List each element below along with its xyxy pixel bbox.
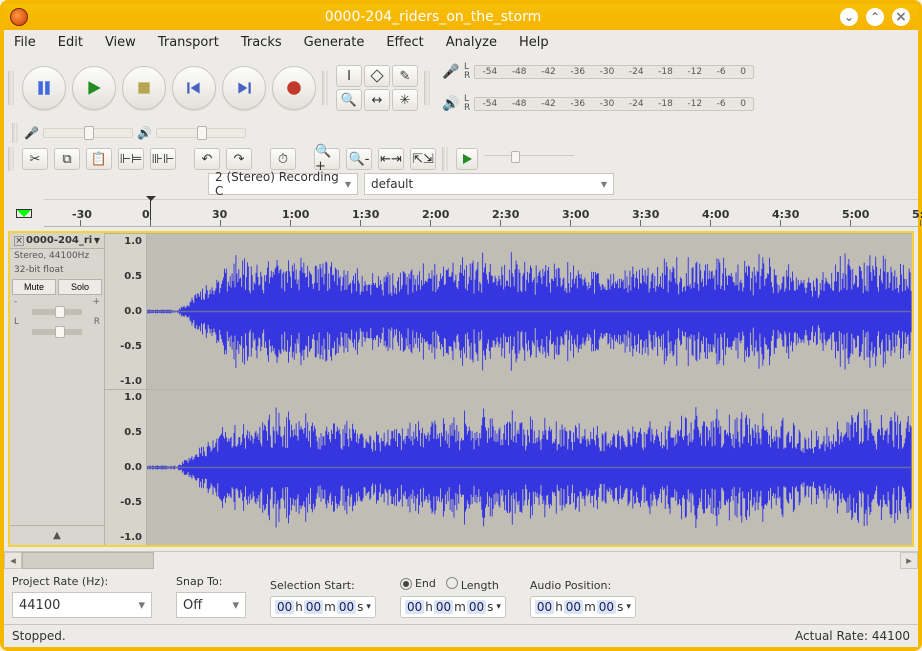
snap-to-label: Snap To:: [176, 575, 246, 588]
multi-tool[interactable]: ✳: [392, 89, 418, 111]
playback-meter[interactable]: -54-48-42-36-30-24-18-12-60: [474, 97, 754, 111]
horizontal-scrollbar[interactable]: ◂ ▸: [4, 551, 918, 569]
audio-position-label: Audio Position:: [530, 579, 636, 592]
window-maximize-button[interactable]: [866, 8, 884, 26]
paste-button[interactable]: 📋: [86, 148, 112, 170]
silence-button[interactable]: ⊪⊩: [150, 148, 176, 170]
menu-view[interactable]: View: [103, 32, 138, 53]
scroll-left-button[interactable]: ◂: [4, 552, 22, 569]
playback-meter-speaker-icon[interactable]: 🔊: [442, 89, 460, 119]
recording-meter[interactable]: -54-48-42-36-30-24-18-12-60: [474, 65, 754, 79]
collapse-button[interactable]: ▲: [10, 525, 104, 545]
playback-device-select[interactable]: default: [364, 173, 614, 195]
fit-project-button[interactable]: ⇱⇲: [410, 148, 436, 170]
fit-selection-button[interactable]: ⇤⇥: [378, 148, 404, 170]
scroll-right-button[interactable]: ▸: [900, 552, 918, 569]
zoom-tool[interactable]: 🔍: [336, 89, 362, 111]
track-format-1: Stereo, 44100Hz: [10, 249, 104, 263]
menu-tracks[interactable]: Tracks: [239, 32, 284, 53]
track-menu-button[interactable]: ▼: [94, 236, 100, 245]
menu-file[interactable]: File: [12, 32, 38, 53]
zoom-in-button[interactable]: 🔍+: [314, 148, 340, 170]
selection-end-input[interactable]: 00 h 00 m 00 s▾: [400, 596, 506, 618]
speaker-icon: 🔊: [137, 126, 152, 140]
project-rate-label: Project Rate (Hz):: [12, 575, 152, 588]
selection-start-input[interactable]: 00 h 00 m 00 s▾: [270, 596, 376, 618]
sync-lock-button[interactable]: ⏱: [270, 148, 296, 170]
track-name[interactable]: 0000-204_ri: [26, 235, 92, 246]
amplitude-scale-right: 1.00.50.0-0.5-1.0: [105, 390, 147, 545]
waveform-channel-left[interactable]: [147, 234, 912, 389]
stop-button[interactable]: [122, 66, 166, 110]
mute-button[interactable]: Mute: [12, 279, 56, 295]
menu-generate[interactable]: Generate: [302, 32, 367, 53]
skip-start-button[interactable]: [172, 66, 216, 110]
draw-tool[interactable]: ✎: [392, 65, 418, 87]
end-radio[interactable]: End: [400, 577, 436, 592]
amplitude-scale-left: 1.00.50.0-0.5-1.0: [105, 234, 147, 389]
waveform-channel-right[interactable]: [147, 390, 912, 545]
recording-meter-mic-icon[interactable]: 🎤: [442, 57, 460, 87]
menu-effect[interactable]: Effect: [384, 32, 425, 53]
recording-channels-select[interactable]: 2 (Stereo) Recording C: [208, 173, 358, 195]
record-button[interactable]: [272, 66, 316, 110]
snap-to-combo[interactable]: Off: [176, 592, 246, 618]
pan-slider[interactable]: [32, 329, 82, 335]
title-bar: 0000-204_riders_on_the_storm: [4, 4, 918, 30]
menu-transport[interactable]: Transport: [156, 32, 221, 53]
track-close-button[interactable]: ×: [14, 236, 24, 246]
window-minimize-button[interactable]: [840, 8, 858, 26]
timeline-ruler[interactable]: -300301:001:302:002:303:003:304:004:305:…: [44, 199, 918, 227]
redo-button[interactable]: ↷: [226, 148, 252, 170]
selection-tool[interactable]: I: [336, 65, 362, 87]
menu-analyze[interactable]: Analyze: [444, 32, 499, 53]
menu-help[interactable]: Help: [517, 32, 551, 53]
window-title: 0000-204_riders_on_the_storm: [34, 9, 832, 25]
cut-button[interactable]: ✂: [22, 148, 48, 170]
play-speed-slider[interactable]: [484, 155, 574, 163]
app-icon: [10, 8, 28, 26]
window-close-button[interactable]: [892, 8, 910, 26]
timeshift-tool[interactable]: ↔: [364, 89, 390, 111]
mic-icon: 🎤: [24, 126, 39, 140]
audio-position-input[interactable]: 00 h 00 m 00 s▾: [530, 596, 636, 618]
play-button[interactable]: [72, 66, 116, 110]
trim-button[interactable]: ⊩⊨: [118, 148, 144, 170]
copy-button[interactable]: ⧉: [54, 148, 80, 170]
menu-edit[interactable]: Edit: [56, 32, 85, 53]
timeline-pin-button[interactable]: [4, 199, 44, 227]
pause-button[interactable]: [22, 66, 66, 110]
waveform-area[interactable]: 1.00.50.0-0.5-1.0 1.00.50.0-0.5-1.0: [105, 233, 912, 545]
selection-start-label: Selection Start:: [270, 579, 376, 592]
menu-bar: File Edit View Transport Tracks Generate…: [4, 30, 918, 55]
status-text: Stopped.: [12, 629, 66, 643]
actual-rate-text: Actual Rate: 44100: [795, 629, 910, 643]
track-format-2: 32-bit float: [10, 263, 104, 277]
length-radio[interactable]: Length: [446, 577, 499, 592]
undo-button[interactable]: ↶: [194, 148, 220, 170]
track-control-panel: × 0000-204_ri ▼ Stereo, 44100Hz 32-bit f…: [10, 233, 105, 545]
project-rate-combo[interactable]: 44100: [12, 592, 152, 618]
solo-button[interactable]: Solo: [58, 279, 102, 295]
playback-volume-slider[interactable]: [156, 128, 246, 138]
gain-slider[interactable]: [32, 309, 82, 315]
recording-volume-slider[interactable]: [43, 128, 133, 138]
envelope-tool[interactable]: [364, 65, 390, 87]
skip-end-button[interactable]: [222, 66, 266, 110]
play-at-speed-button[interactable]: [456, 148, 478, 170]
zoom-out-button[interactable]: 🔍-: [346, 148, 372, 170]
